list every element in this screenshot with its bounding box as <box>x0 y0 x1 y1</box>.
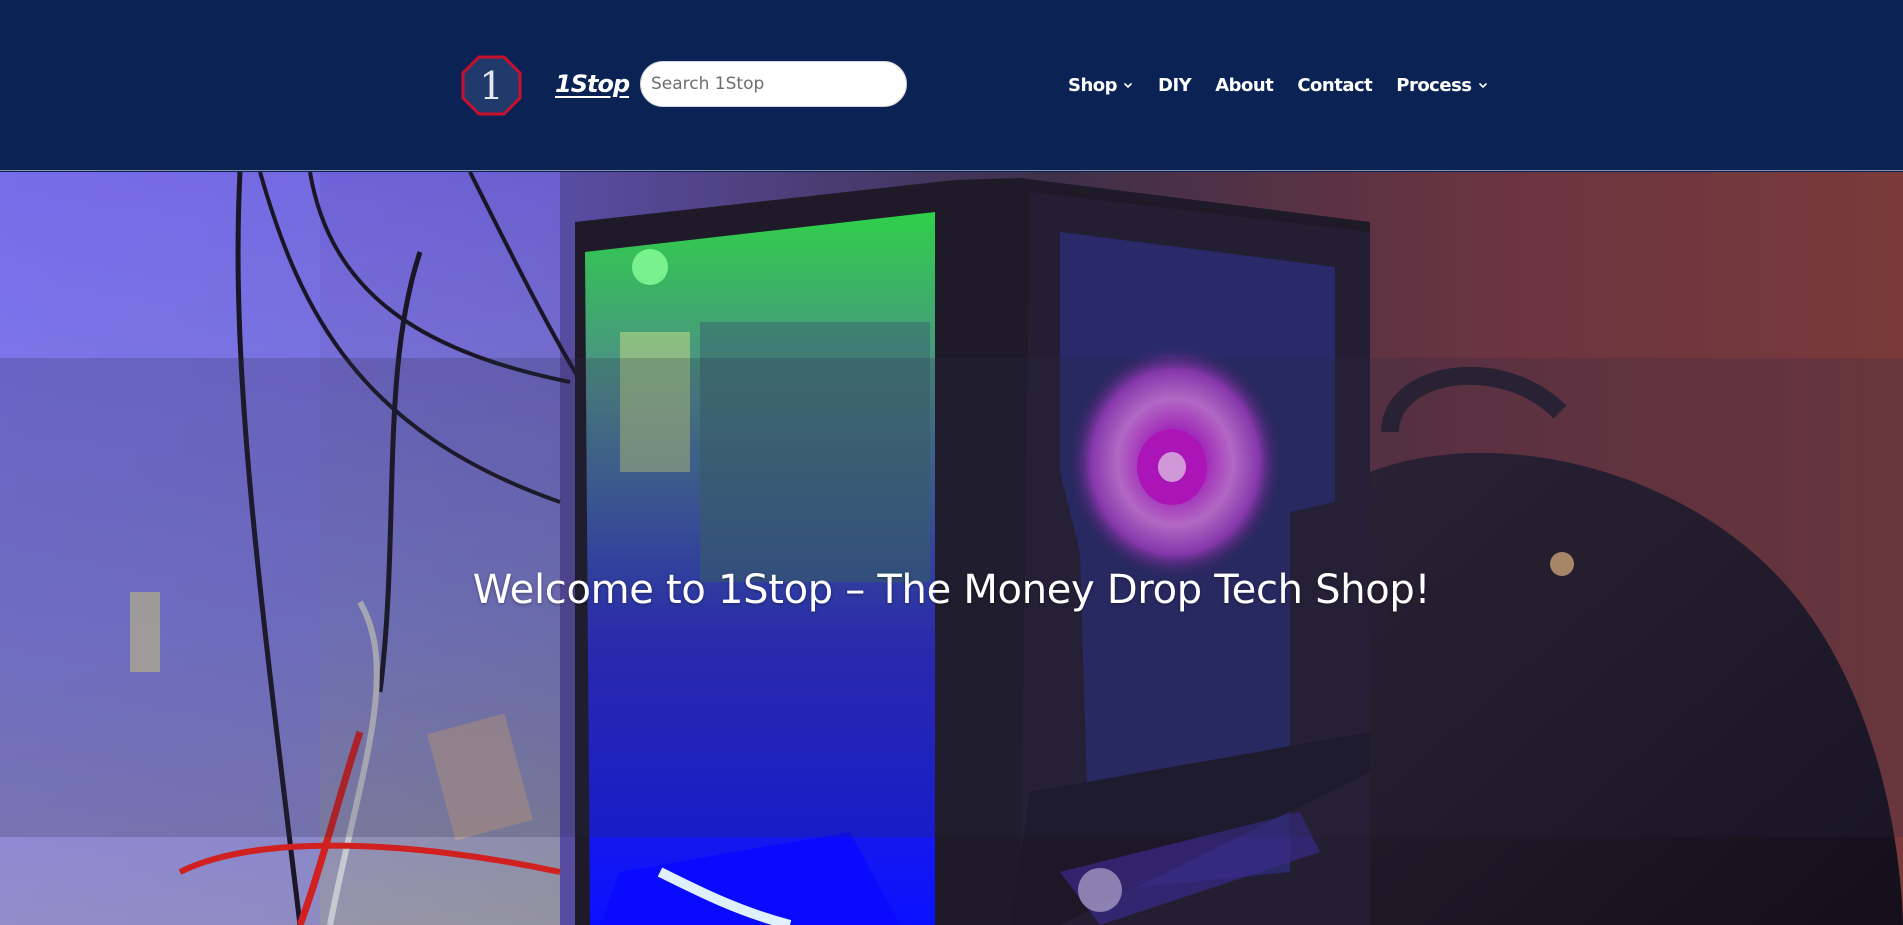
nav-item-process[interactable]: Process <box>1396 75 1488 96</box>
nav-item-label: Shop <box>1068 74 1118 96</box>
chevron-down-icon <box>1477 79 1489 91</box>
logo-glyph: 1 <box>479 64 503 108</box>
nav-item-label: Process <box>1396 74 1472 96</box>
nav-item-label: Contact <box>1297 74 1373 96</box>
main-nav: Shop DIY About Contact Process <box>1068 72 1489 98</box>
nav-item-label: About <box>1215 74 1274 96</box>
site-logo-icon[interactable]: 1 <box>461 55 522 116</box>
nav-item-contact[interactable]: Contact <box>1297 75 1372 96</box>
site-header: 1 1Stop Shop DIY About Contact Process <box>0 0 1903 171</box>
nav-item-diy[interactable]: DIY <box>1158 74 1192 96</box>
search-input[interactable] <box>640 61 907 107</box>
hero-section: Welcome to 1Stop – The Money Drop Tech S… <box>0 172 1903 925</box>
nav-item-about[interactable]: About <box>1215 74 1274 96</box>
nav-item-shop[interactable]: Shop <box>1068 75 1134 96</box>
hero-title: Welcome to 1Stop – The Money Drop Tech S… <box>472 567 1431 613</box>
chevron-down-icon <box>1122 79 1134 91</box>
nav-item-label: DIY <box>1158 74 1192 96</box>
site-title-link[interactable]: 1Stop <box>555 70 630 98</box>
